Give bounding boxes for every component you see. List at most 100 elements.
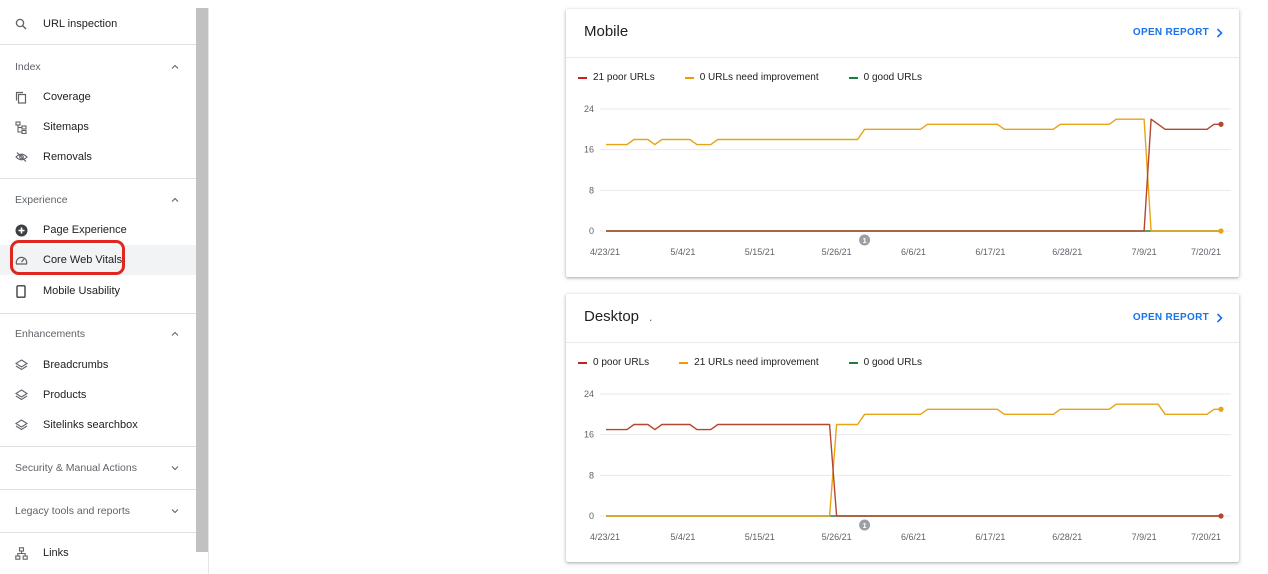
desktop-card: Desktop. OPEN REPORT 0 poor URLs 21 URLs… [566,294,1239,562]
legend-item-good[interactable]: 0 good URLs [848,357,922,368]
layers-icon [14,388,28,402]
x-tick-label: 7/9/21 [1132,247,1157,257]
series-line [606,403,1221,517]
mobile-line-chart: 0 8 16 24 4/23/21 5/4/21 5/15/21 5/26/21 6/6/21 6… [584,104,1231,257]
legend-item-poor[interactable]: 0 poor URLs [578,357,649,368]
mobile-card: Mobile OPEN REPORT 21 poor URLs 0 URLs n… [566,9,1239,277]
series-end-point [1218,121,1224,127]
x-tick-label: 5/4/21 [670,532,695,542]
section-title: Enhancements [15,328,86,340]
card-title-text: Mobile [584,23,629,40]
y-tick-label: 8 [589,470,594,480]
sidebar-item-label: URL inspection [43,18,118,30]
sidebar-item-sitemaps[interactable]: Sitemaps [0,112,196,142]
y-tick-label: 16 [584,430,594,440]
sidebar-item-removals[interactable]: Removals [0,142,196,172]
legend-item-poor[interactable]: 21 poor URLs [578,72,655,83]
chart-legend: 21 poor URLs 0 URLs need improvement 0 g… [578,72,952,83]
divider [566,342,1239,343]
annotation-label: 1 [862,521,866,530]
open-report-button[interactable]: OPEN REPORT [1133,312,1223,323]
layers-icon [14,358,28,372]
x-tick-label: 6/28/21 [1052,247,1082,257]
legend-swatch [578,361,587,364]
plus-circle-icon [14,223,28,237]
sidebar-item-label: Removals [43,151,92,163]
x-tick-label: 5/4/21 [670,247,695,257]
x-tick-label: 5/26/21 [822,532,852,542]
x-tick-label: 5/26/21 [822,247,852,257]
section-header-experience[interactable]: Experience [0,187,196,213]
card-title-text: Desktop [584,308,640,325]
legend-item-need-improvement[interactable]: 0 URLs need improvement [684,72,819,83]
divider [566,57,1239,58]
sidebar-item-links[interactable]: Links [0,538,196,568]
sidebar-item-products[interactable]: Products [0,380,196,410]
sidebar-item-label: Links [43,547,69,559]
sidebar-item-url-inspection[interactable]: URL inspection [0,9,196,39]
divider [0,446,196,447]
series-end-point [1218,406,1224,412]
card-title: Mobile [584,23,628,40]
legend-label: 0 good URLs [863,72,923,83]
sidebar-item-label: Breadcrumbs [43,359,109,371]
section-title: Legacy tools and reports [15,505,130,517]
desktop-line-chart: 0 8 16 24 4/23/21 5/4/21 5/15/21 5/26/21 6/6/21 6… [584,389,1231,542]
chevron-right-icon [1216,312,1223,323]
sidebar-item-coverage[interactable]: Coverage [0,82,196,112]
phone-icon [14,284,28,298]
chevron-down-icon [171,466,179,471]
legend-label: 21 URLs need improvement [694,357,819,368]
legend-label: 0 poor URLs [593,357,650,368]
sidebar-item-breadcrumbs[interactable]: Breadcrumbs [0,350,196,380]
copy-icon [14,90,28,104]
legend-swatch [679,361,689,364]
chevron-up-icon [171,64,179,69]
network-icon [14,546,28,560]
sidebar-item-label: Page Experience [43,224,127,236]
x-tick-label: 5/15/21 [745,532,775,542]
section-header-enhancements[interactable]: Enhancements [0,321,196,347]
sidebar-scrollbar[interactable] [196,8,208,552]
legend-label: 0 URLs need improvement [699,72,819,83]
sidebar-item-label: Sitemaps [43,121,89,133]
section-header-security[interactable]: Security & Manual Actions [0,455,196,481]
legend-swatch [578,76,587,79]
chart-legend: 0 poor URLs 21 URLs need improvement 0 g… [578,357,952,368]
divider [208,8,209,574]
x-tick-label: 4/23/21 [590,532,620,542]
legend-item-good[interactable]: 0 good URLs [848,72,923,83]
series-end-point [1218,513,1224,519]
chevron-up-icon [171,331,179,336]
eye-off-icon [14,150,28,164]
x-tick-label: 5/15/21 [745,247,775,257]
section-header-legacy[interactable]: Legacy tools and reports [0,498,196,524]
x-tick-label: 6/17/21 [975,247,1005,257]
legend-label: 21 poor URLs [593,72,655,83]
x-tick-label: 6/6/21 [901,532,926,542]
chevron-right-icon [1216,27,1223,38]
open-report-button[interactable]: OPEN REPORT [1133,27,1223,38]
x-tick-label: 6/28/21 [1052,532,1082,542]
sidebar-nav: URL inspection Index Coverage Sitemaps R… [0,0,196,574]
section-title: Security & Manual Actions [15,462,137,474]
x-tick-label: 4/23/21 [590,247,620,257]
sidebar-item-label: Sitelinks searchbox [43,419,138,431]
series-end-point [1218,228,1224,234]
section-title: Experience [15,194,68,206]
legend-item-need-improvement[interactable]: 21 URLs need improvement [679,357,819,368]
sidebar-item-sitelinks-searchbox[interactable]: Sitelinks searchbox [0,410,196,440]
divider [0,532,196,533]
search-icon [14,17,28,31]
section-title: Index [15,61,41,73]
open-report-label: OPEN REPORT [1132,27,1209,38]
sitemap-icon [14,120,28,134]
section-header-index[interactable]: Index [0,54,196,80]
y-tick-label: 0 [589,511,594,521]
legend-swatch [848,76,858,79]
sidebar-item-label: Products [43,389,87,401]
core-web-vitals-highlight-box [10,240,125,275]
card-title-suffix: . [649,310,653,324]
sidebar-item-mobile-usability[interactable]: Mobile Usability [0,276,196,306]
divider [0,44,196,45]
